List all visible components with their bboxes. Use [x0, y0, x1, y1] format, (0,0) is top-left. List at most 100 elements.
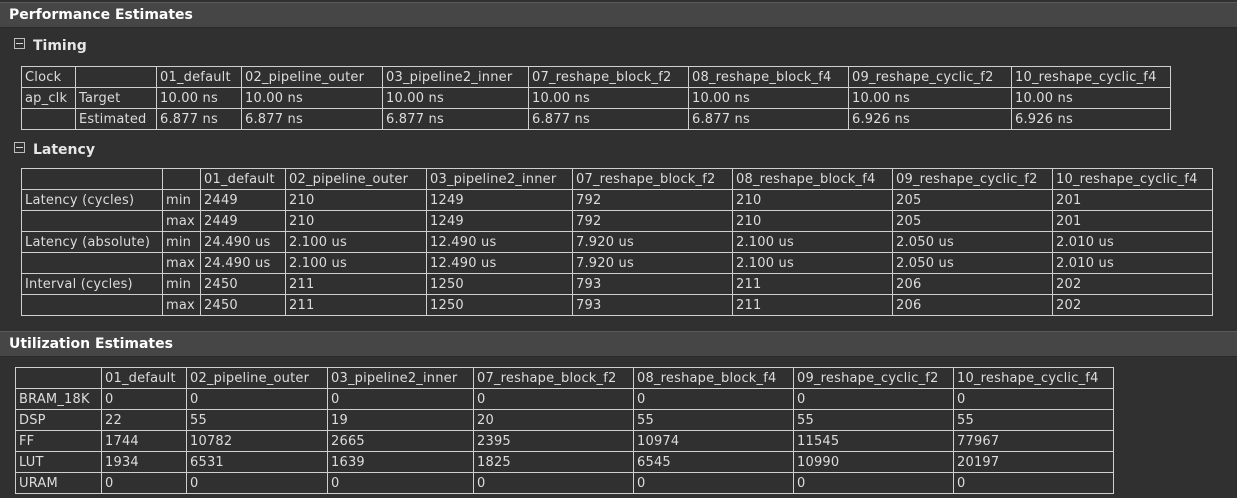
value-cell: 0 [793, 388, 954, 410]
value-cell: 792 [572, 210, 733, 232]
value-cell: 793 [572, 273, 733, 295]
value-cell: 2395 [473, 430, 634, 452]
latency-row: max 2449 210 1249 792 210 205 201 [21, 210, 1213, 232]
timing-table: Clock 01_default 02_pipeline_outer 03_pi… [21, 66, 1171, 130]
value-cell: 210 [732, 210, 893, 232]
header-cell: 01_default [101, 367, 187, 389]
value-cell: 0 [953, 472, 1114, 494]
header-cell: 09_reshape_cyclic_f2 [892, 168, 1053, 190]
timing-subsection[interactable]: Timing [14, 38, 87, 54]
timing-title: Timing [33, 38, 87, 54]
utilization-estimates-header[interactable]: Utilization Estimates [0, 331, 1237, 357]
value-cell: 10.00 ns [382, 87, 529, 109]
value-cell: 20 [473, 409, 634, 431]
latency-table: 01_default 02_pipeline_outer 03_pipeline… [21, 168, 1213, 316]
value-cell: 201 [1052, 189, 1213, 211]
row-label: Latency (absolute) [21, 231, 163, 253]
value-cell: 10974 [633, 430, 794, 452]
value-cell: 10.00 ns [688, 87, 849, 109]
value-cell: 206 [892, 273, 1053, 295]
value-cell: 20197 [953, 451, 1114, 473]
value-cell: 211 [732, 273, 893, 295]
value-cell: 206 [892, 294, 1053, 316]
value-cell: 6545 [633, 451, 794, 473]
value-cell: 211 [285, 294, 427, 316]
latency-row: max 24.490 us 2.100 us 12.490 us 7.920 u… [21, 252, 1213, 274]
value-cell: 202 [1052, 294, 1213, 316]
value-cell: 0 [186, 472, 328, 494]
value-cell: 211 [285, 273, 427, 295]
header-cell: 02_pipeline_outer [186, 367, 328, 389]
utilization-header-row: 01_default 02_pipeline_outer 03_pipeline… [15, 367, 1114, 389]
header-cell: 08_reshape_block_f4 [732, 168, 893, 190]
performance-estimates-header[interactable]: Performance Estimates [0, 2, 1237, 28]
value-cell: 0 [953, 388, 1114, 410]
value-cell: 0 [793, 472, 954, 494]
value-cell: 205 [892, 210, 1053, 232]
sub-label: max [162, 252, 201, 274]
row-label: URAM [15, 472, 102, 494]
value-cell: 2.050 us [892, 231, 1053, 253]
value-cell: 1825 [473, 451, 634, 473]
header-cell: 02_pipeline_outer [241, 66, 383, 88]
value-cell: 10.00 ns [528, 87, 689, 109]
latency-row: Interval (cycles) min 2450 211 1250 793 … [21, 273, 1213, 295]
value-cell: 22 [101, 409, 187, 431]
value-cell: 55 [633, 409, 794, 431]
empty-cell [162, 168, 201, 190]
value-cell: 1250 [426, 273, 573, 295]
value-cell: 2.100 us [285, 231, 427, 253]
header-cell: 01_default [156, 66, 242, 88]
collapse-icon[interactable] [14, 142, 25, 153]
empty-cell [21, 294, 163, 316]
collapse-icon[interactable] [14, 38, 25, 49]
row-label: DSP [15, 409, 102, 431]
utilization-table: 01_default 02_pipeline_outer 03_pipeline… [15, 367, 1114, 494]
value-cell: 24.490 us [200, 252, 286, 274]
utilization-row: URAM 0 0 0 0 0 0 0 [15, 472, 1114, 494]
value-cell: 10782 [186, 430, 328, 452]
value-cell: 2449 [200, 210, 286, 232]
header-cell: 08_reshape_block_f4 [633, 367, 794, 389]
section-title: Performance Estimates [9, 7, 193, 23]
utilization-row: BRAM_18K 0 0 0 0 0 0 0 [15, 388, 1114, 410]
value-cell: 1639 [327, 451, 474, 473]
value-cell: 2.100 us [732, 252, 893, 274]
value-cell: 6.926 ns [848, 108, 1012, 130]
empty-cell [21, 168, 163, 190]
value-cell: 6.877 ns [528, 108, 689, 130]
value-cell: 2.100 us [732, 231, 893, 253]
empty-cell [15, 367, 102, 389]
value-cell: 10.00 ns [1011, 87, 1171, 109]
value-cell: 0 [101, 388, 187, 410]
sub-label: max [162, 210, 201, 232]
value-cell: 0 [473, 388, 634, 410]
value-cell: 10.00 ns [241, 87, 383, 109]
value-cell: 10990 [793, 451, 954, 473]
value-cell: 210 [732, 189, 893, 211]
clock-cell: ap_clk [21, 87, 76, 109]
value-cell: 6.877 ns [382, 108, 529, 130]
value-cell: 0 [101, 472, 187, 494]
header-cell: 02_pipeline_outer [285, 168, 427, 190]
value-cell: 24.490 us [200, 231, 286, 253]
value-cell: 1744 [101, 430, 187, 452]
value-cell: 205 [892, 189, 1053, 211]
row-label: LUT [15, 451, 102, 473]
value-cell: 2450 [200, 294, 286, 316]
value-cell: 19 [327, 409, 474, 431]
latency-header-row: 01_default 02_pipeline_outer 03_pipeline… [21, 168, 1213, 190]
value-cell: 55 [186, 409, 328, 431]
value-cell: 55 [953, 409, 1114, 431]
value-cell: 2.050 us [892, 252, 1053, 274]
value-cell: 0 [633, 472, 794, 494]
value-cell: 1250 [426, 294, 573, 316]
empty-cell [21, 252, 163, 274]
value-cell: 6.877 ns [156, 108, 242, 130]
value-cell: 11545 [793, 430, 954, 452]
section-title: Utilization Estimates [9, 336, 173, 352]
value-cell: 7.920 us [572, 252, 733, 274]
row-label: Target [75, 87, 157, 109]
latency-subsection[interactable]: Latency [14, 142, 95, 158]
latency-row: Latency (cycles) min 2449 210 1249 792 2… [21, 189, 1213, 211]
